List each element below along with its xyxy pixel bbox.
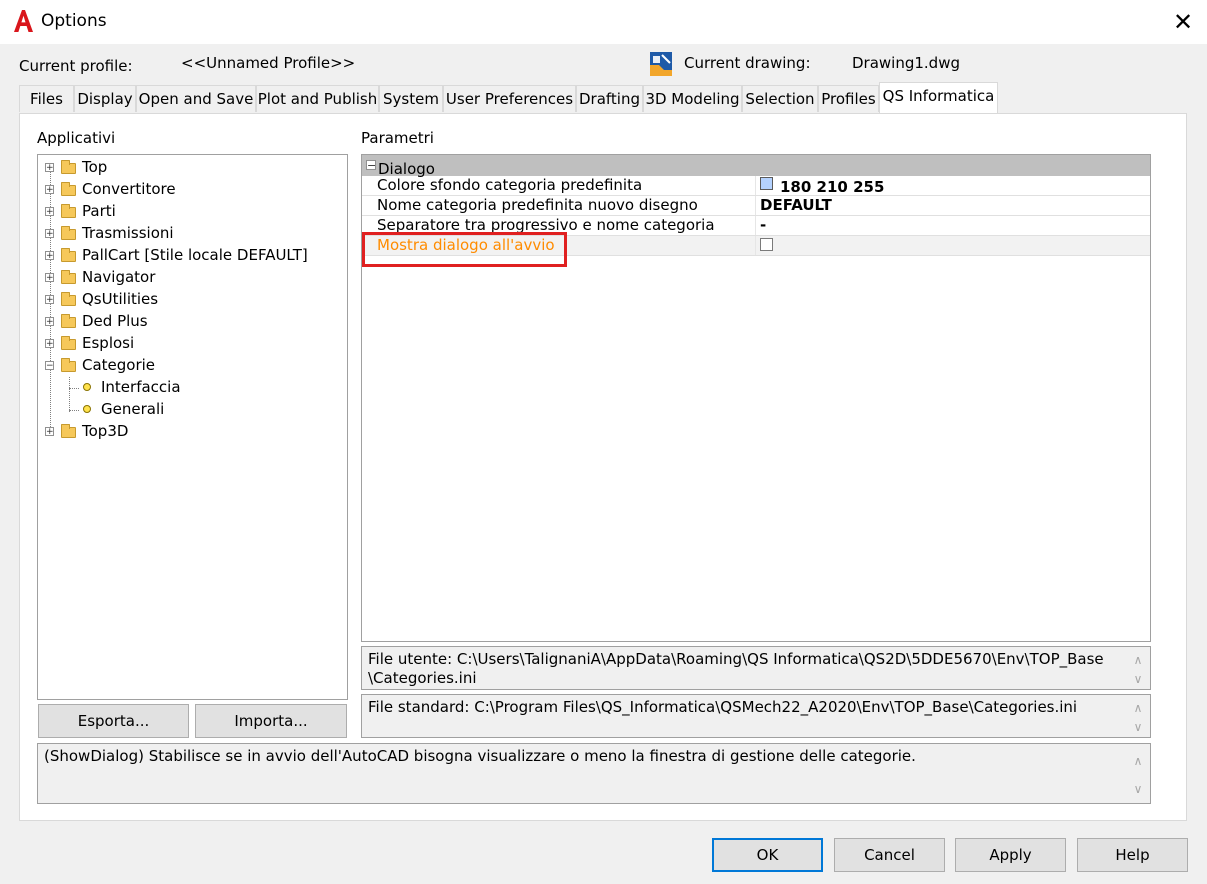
tab-files[interactable]: Files [19,85,74,112]
group-header-dialogo[interactable]: − Dialogo [362,155,1150,178]
ok-button[interactable]: OK [712,838,823,872]
scroll-up-icon[interactable]: ∧ [1130,752,1146,771]
applications-tree[interactable]: + Top + Convertitore + Parti + Trasmissi… [37,154,348,700]
help-button[interactable]: Help [1077,838,1188,872]
applicativi-heading: Applicativi [37,129,116,147]
tab-qs-informatica[interactable]: QS Informatica [879,82,998,113]
folder-icon [61,160,76,174]
close-icon[interactable]: ✕ [1168,8,1198,36]
current-drawing-value: Drawing1.dwg [852,54,960,72]
folder-icon [61,358,76,372]
drawing-icon [650,52,672,76]
tab-open-and-save[interactable]: Open and Save [136,85,256,112]
folder-icon [61,182,76,196]
folder-icon [61,292,76,306]
color-swatch [760,177,773,190]
tab-selection[interactable]: Selection [742,85,818,112]
highlight-box [362,232,567,267]
property-row[interactable]: Colore sfondo categoria predefinita 180 … [362,176,1150,196]
autocad-logo-icon [14,10,33,32]
show-dialog-checkbox[interactable] [760,238,773,251]
property-grid[interactable]: − Dialogo Colore sfondo categoria predef… [361,154,1151,642]
title-bar [0,0,1207,44]
scroll-down-icon[interactable]: ∨ [1130,780,1146,799]
user-file-field[interactable]: File utente: C:\Users\TalignaniA\AppData… [361,646,1151,690]
user-file-line-2: \Categories.ini [368,669,477,687]
apply-button[interactable]: Apply [955,838,1066,872]
import-button[interactable]: Importa... [195,704,347,738]
property-value: - [760,216,767,234]
parametri-heading: Parametri [361,129,434,147]
tab-3d-modeling[interactable]: 3D Modeling [643,85,742,112]
property-name: Colore sfondo categoria predefinita [377,176,643,194]
user-file-line-1: File utente: C:\Users\TalignaniA\AppData… [368,650,1104,668]
tab-drafting[interactable]: Drafting [576,85,643,112]
description-text: (ShowDialog) Stabilisce se in avvio dell… [44,747,916,765]
tab-system[interactable]: System [379,85,443,112]
standard-file-field[interactable]: File standard: C:\Program Files\QS_Infor… [361,694,1151,738]
current-profile-value: <<Unnamed Profile>> [181,54,356,72]
export-button[interactable]: Esporta... [38,704,189,738]
setting-leaf-icon [83,405,91,413]
folder-icon [61,336,76,350]
tab-user-preferences[interactable]: User Preferences [443,85,576,112]
current-drawing-label: Current drawing: [684,54,811,72]
folder-icon [61,314,76,328]
folder-icon [61,226,76,240]
property-value: DEFAULT [760,196,832,214]
folder-icon [61,270,76,284]
scroll-down-icon[interactable]: ∨ [1130,718,1146,737]
scroll-up-icon[interactable]: ∧ [1130,651,1146,670]
tab-profiles[interactable]: Profiles [818,85,879,112]
folder-icon [61,204,76,218]
standard-file-line: File standard: C:\Program Files\QS_Infor… [368,698,1078,716]
collapse-icon[interactable]: − [366,160,376,171]
folder-icon [61,248,76,262]
property-row[interactable]: Nome categoria predefinita nuovo disegno… [362,196,1150,216]
scroll-up-icon[interactable]: ∧ [1130,699,1146,718]
description-box[interactable]: (ShowDialog) Stabilisce se in avvio dell… [37,743,1151,804]
property-value: 180 210 255 [780,178,885,196]
property-name: Nome categoria predefinita nuovo disegno [377,196,698,214]
cancel-button[interactable]: Cancel [834,838,945,872]
window-title: Options [41,11,107,31]
setting-leaf-icon [83,383,91,391]
scroll-down-icon[interactable]: ∨ [1130,670,1146,689]
tab-display[interactable]: Display [74,85,136,112]
tab-plot-and-publish[interactable]: Plot and Publish [256,85,379,112]
folder-icon [61,424,76,438]
current-profile-label: Current profile: [19,57,133,75]
